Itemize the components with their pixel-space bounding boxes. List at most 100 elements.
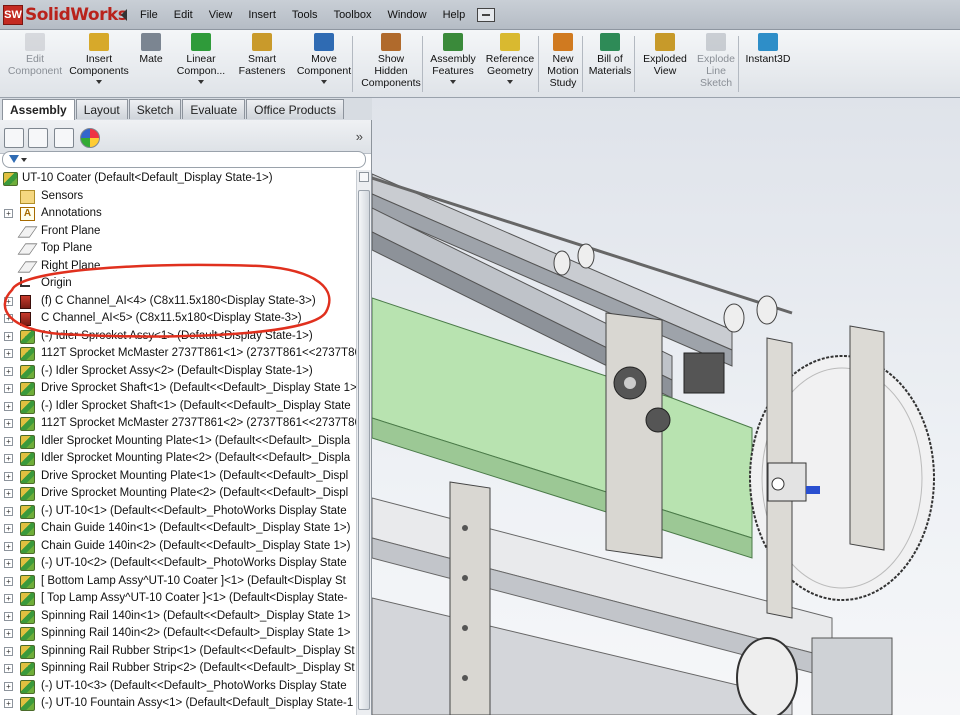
tree-item[interactable]: Front Plane <box>0 223 356 241</box>
linear-pattern-button[interactable]: Linear Compon... <box>170 33 232 84</box>
tree-item[interactable]: + Idler Sprocket Mounting Plate<2> (Defau… <box>0 450 356 468</box>
mate-button[interactable]: Mate <box>132 33 170 65</box>
tree-item[interactable]: + Chain Guide 140in<2> (Default<<Default>… <box>0 538 356 556</box>
expand-toggle-icon[interactable]: + <box>4 699 13 709</box>
motion-study-button[interactable]: New Motion Study <box>541 33 585 89</box>
tree-item[interactable]: + (-) Idler Sprocket Assy<1> (Default<Dis… <box>0 328 356 346</box>
exploded-view-button[interactable]: Exploded View <box>636 33 694 77</box>
instant3d-button[interactable]: Instant3D <box>742 33 794 65</box>
expand-toggle-icon[interactable]: + <box>4 314 13 324</box>
move-component-button[interactable]: Move Component <box>292 33 356 84</box>
tree-scrollbar[interactable] <box>356 170 371 715</box>
tab-sketch[interactable]: Sketch <box>128 99 182 119</box>
pulley-1[interactable] <box>553 250 571 276</box>
tree-item[interactable]: + Spinning Rail Rubber Strip<1> (Default<… <box>0 643 356 661</box>
tree-item[interactable]: + (-) UT-10<2> (Default<<Default>_PhotoWo… <box>0 555 356 573</box>
configuration-manager-icon[interactable] <box>54 128 74 148</box>
tree-item[interactable]: + Spinning Rail Rubber Strip<2> (Default<… <box>0 660 356 678</box>
drive-sprocket-mounting-plate[interactable] <box>605 312 663 559</box>
menu-help[interactable]: Help <box>435 0 474 30</box>
tree-item[interactable]: + Drive Sprocket Mounting Plate<2> (Defau… <box>0 485 356 503</box>
tree-item[interactable]: Sensors <box>0 188 356 206</box>
tree-item[interactable]: + (-) UT-10 Fountain Assy<1> (Default<Def… <box>0 695 356 713</box>
tree-item[interactable]: +112T Sprocket McMaster 2737T861<1> (273… <box>0 345 356 363</box>
front-post[interactable] <box>449 481 491 715</box>
menu-file[interactable]: File <box>132 0 166 30</box>
expand-toggle-icon[interactable]: + <box>4 664 13 674</box>
display-manager-icon[interactable] <box>80 128 100 148</box>
expand-toggle-icon[interactable]: + <box>4 454 13 464</box>
tree-item[interactable]: + [ Bottom Lamp Assy^UT-10 Coater ]<1> (D… <box>0 573 356 591</box>
dropdown-arrow-icon[interactable] <box>96 80 102 84</box>
expand-toggle-icon[interactable]: + <box>4 506 13 516</box>
menu-insert[interactable]: Insert <box>240 0 284 30</box>
menu-collapse-arrow-icon[interactable] <box>121 9 127 21</box>
menu-tools[interactable]: Tools <box>284 0 326 30</box>
menu-window[interactable]: Window <box>379 0 434 30</box>
expand-toggle-icon[interactable]: + <box>4 331 13 341</box>
tree-item[interactable]: + Idler Sprocket Mounting Plate<1> (Defau… <box>0 433 356 451</box>
pulley-4[interactable] <box>756 295 778 325</box>
tree-item[interactable]: + [ Top Lamp Assy^UT-10 Coater ]<1> (Defa… <box>0 590 356 608</box>
show-hidden-button[interactable]: Show Hidden Components <box>356 33 426 89</box>
selected-handle[interactable] <box>806 486 820 494</box>
expand-toggle-icon[interactable]: + <box>4 681 13 691</box>
tree-item[interactable]: + (-) Idler Sprocket Assy<2> (Default<Dis… <box>0 363 356 381</box>
expand-toggle-icon[interactable]: + <box>4 594 13 604</box>
tree-item[interactable]: UT-10 Coater (Default<Default_Display St… <box>0 170 356 188</box>
expand-toggle-icon[interactable]: + <box>4 401 13 411</box>
dropdown-arrow-icon[interactable] <box>198 80 204 84</box>
tree-item[interactable]: + Spinning Rail 140in<2> (Default<<Defaul… <box>0 625 356 643</box>
scroll-up-arrow-icon[interactable] <box>359 172 369 182</box>
tree-item[interactable]: +112T Sprocket McMaster 2737T861<2> (273… <box>0 415 356 433</box>
expand-panel-icon[interactable]: » <box>356 129 363 144</box>
expand-toggle-icon[interactable]: + <box>4 559 13 569</box>
tab-evaluate[interactable]: Evaluate <box>182 99 246 119</box>
bom-button[interactable]: Bill of Materials <box>585 33 635 77</box>
expand-toggle-icon[interactable]: + <box>4 209 13 219</box>
tree-filter-input[interactable] <box>2 151 366 168</box>
tree-item[interactable]: + A Annotations <box>0 205 356 223</box>
tab-assembly[interactable]: Assembly <box>2 99 75 120</box>
lower-pulley[interactable] <box>736 637 798 715</box>
scroll-thumb[interactable] <box>358 190 370 710</box>
menu-toolbox[interactable]: Toolbox <box>326 0 380 30</box>
expand-toggle-icon[interactable]: + <box>4 524 13 534</box>
tree-item[interactable]: Top Plane <box>0 240 356 258</box>
tab-layout[interactable]: Layout <box>75 99 128 119</box>
feature-manager-tree-icon[interactable] <box>4 128 24 148</box>
property-manager-icon[interactable] <box>28 128 48 148</box>
edit-component-button[interactable]: Edit Component <box>4 33 66 77</box>
expand-toggle-icon[interactable]: + <box>4 611 13 621</box>
expand-toggle-icon[interactable]: + <box>4 489 13 499</box>
graphics-viewport[interactable] <box>372 98 960 715</box>
explode-line-button[interactable]: Explode Line Sketch <box>694 33 738 89</box>
assembly-features-button[interactable]: Assembly Features <box>426 33 480 84</box>
expand-toggle-icon[interactable]: + <box>4 576 13 586</box>
pulley-3[interactable] <box>723 303 745 333</box>
menu-view[interactable]: View <box>201 0 241 30</box>
lower-housing[interactable] <box>811 637 893 715</box>
filter-icon[interactable] <box>9 155 19 163</box>
smart-fasteners-button[interactable]: Smart Fasteners <box>232 33 292 77</box>
tree-item[interactable]: + C Channel_AI<5> (C8x11.5x180<Display St… <box>0 310 356 328</box>
dropdown-arrow-icon[interactable] <box>321 80 327 84</box>
tree-item[interactable]: Origin <box>0 275 356 293</box>
tree-item[interactable]: + (f) C Channel_AI<4> (C8x11.5x180<Displa… <box>0 293 356 311</box>
pin-toolbar-icon[interactable] <box>477 8 496 22</box>
tree-item[interactable]: + (-) UT-10<3> (Default<<Default>_PhotoWo… <box>0 678 356 696</box>
tree-item[interactable]: Right Plane <box>0 258 356 276</box>
tree-item[interactable]: + (-) Idler Sprocket Shaft<1> (Default<<D… <box>0 398 356 416</box>
expand-toggle-icon[interactable]: + <box>4 436 13 446</box>
tree-item[interactable]: + Chain Guide 140in<1> (Default<<Default>… <box>0 520 356 538</box>
tree-item[interactable]: + Spinning Rail 140in<1> (Default<<Defaul… <box>0 608 356 626</box>
filter-dropdown-arrow-icon[interactable] <box>21 158 27 162</box>
expand-toggle-icon[interactable]: + <box>4 296 13 306</box>
expand-toggle-icon[interactable]: + <box>4 646 13 656</box>
tree-item[interactable]: + Drive Sprocket Mounting Plate<1> (Defau… <box>0 468 356 486</box>
expand-toggle-icon[interactable]: + <box>4 629 13 639</box>
solidworks-logo[interactable]: SW SolidWorks <box>3 4 128 26</box>
dropdown-arrow-icon[interactable] <box>507 80 513 84</box>
drive-motor[interactable] <box>683 352 725 394</box>
expand-toggle-icon[interactable]: + <box>4 349 13 359</box>
